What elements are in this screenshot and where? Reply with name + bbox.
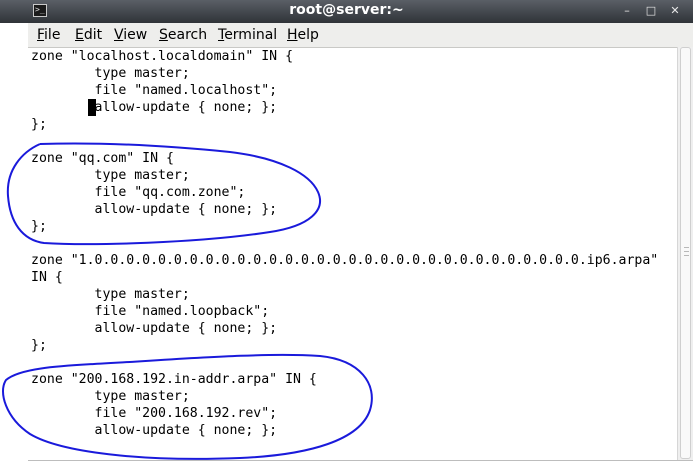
terminal-line: file "qq.com.zone"; <box>31 185 246 200</box>
terminal-line: }; <box>31 117 47 132</box>
terminal-line: allow-update { none; }; <box>31 423 278 438</box>
terminal-line: file "200.168.192.rev"; <box>31 406 278 421</box>
close-button[interactable]: ✕ <box>667 3 683 19</box>
terminal-line: zone "qq.com" IN { <box>31 151 174 166</box>
scrollbar-grip-icon <box>684 247 689 256</box>
terminal-line: type master; <box>31 287 190 302</box>
terminal-line: zone "localhost.localdomain" IN { <box>31 49 294 64</box>
menu-bar: File Edit View Search Terminal Help <box>28 23 693 48</box>
terminal-line: }; <box>31 219 47 234</box>
terminal-line: IN { <box>31 270 63 285</box>
terminal-line: file "named.localhost"; <box>31 83 278 98</box>
terminal-line: zone "1.0.0.0.0.0.0.0.0.0.0.0.0.0.0.0.0.… <box>31 253 659 268</box>
text-cursor <box>88 99 96 116</box>
menu-file[interactable]: File <box>37 27 60 43</box>
menu-terminal[interactable]: Terminal <box>218 27 277 43</box>
menu-view[interactable]: View <box>114 27 147 43</box>
terminal-line: file "named.loopback"; <box>31 304 270 319</box>
terminal-line: allow-update { none; }; <box>31 202 278 217</box>
menu-edit[interactable]: Edit <box>75 27 102 43</box>
desktop-edge <box>0 23 28 467</box>
window-title: root@server:~ <box>289 2 404 18</box>
terminal-line: allow-update { none; }; <box>31 100 278 115</box>
terminal-line: allow-update { none; }; <box>31 321 278 336</box>
menu-search[interactable]: Search <box>159 27 207 43</box>
terminal-line: type master; <box>31 389 190 404</box>
terminal-line: }; <box>31 338 47 353</box>
window-titlebar[interactable]: >_ root@server:~ – □ ✕ <box>0 0 693 23</box>
minimize-button[interactable]: – <box>619 3 635 19</box>
terminal-line: type master; <box>31 168 190 183</box>
vertical-scrollbar[interactable] <box>677 47 693 460</box>
terminal-line: type master; <box>31 66 190 81</box>
menu-help[interactable]: Help <box>287 27 319 43</box>
maximize-button[interactable]: □ <box>643 3 659 19</box>
terminal-line: zone "200.168.192.in-addr.arpa" IN { <box>31 372 317 387</box>
terminal-output[interactable]: zone "localhost.localdomain" IN { type m… <box>31 48 676 460</box>
scrollbar-thumb[interactable] <box>680 47 691 459</box>
